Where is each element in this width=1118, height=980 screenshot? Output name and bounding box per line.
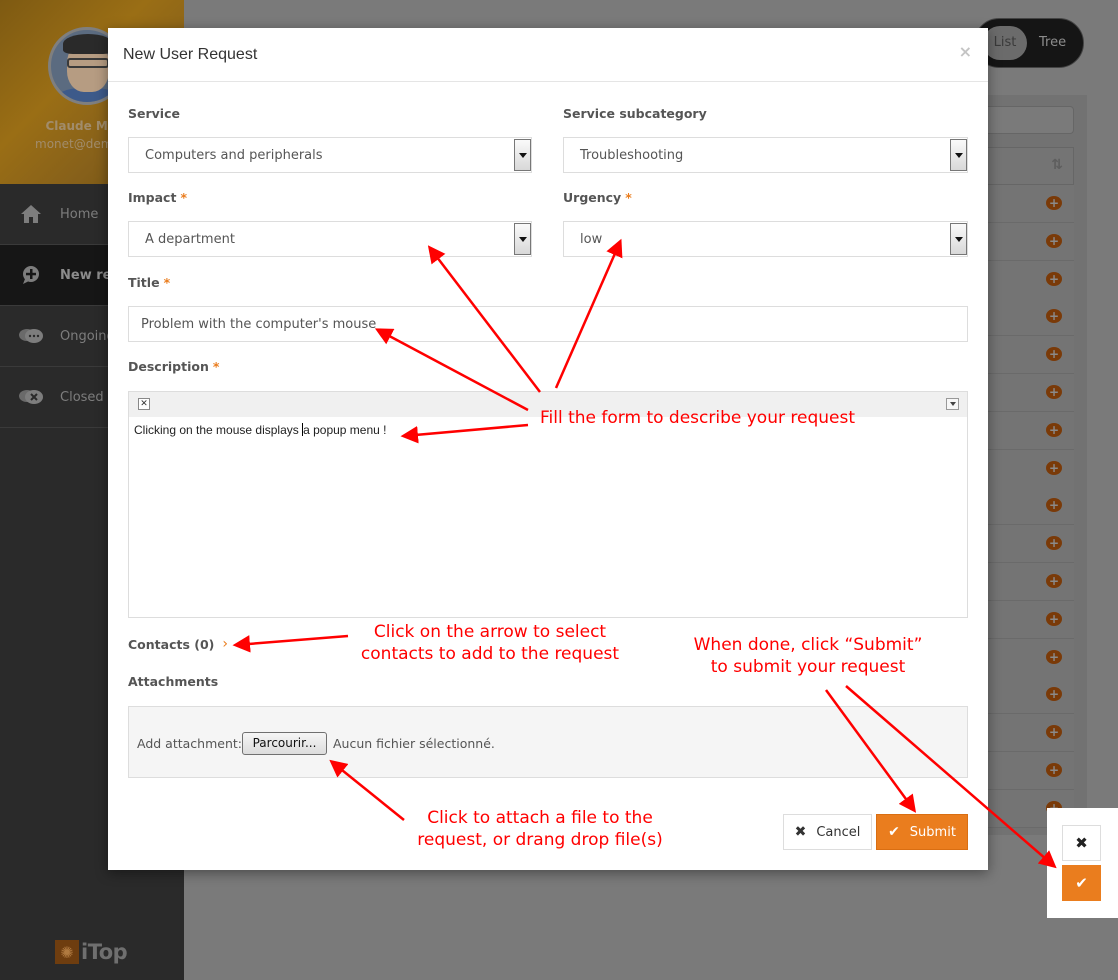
add-comment-icon[interactable]: + xyxy=(1046,536,1062,551)
editor-menu-toggle[interactable] xyxy=(946,398,959,410)
add-comment-icon[interactable]: + xyxy=(1046,611,1062,626)
modal-header: New User Request × xyxy=(108,28,988,82)
toggle-tree[interactable]: Tree xyxy=(1039,26,1066,60)
contacts-label: Contacts (0) xyxy=(128,636,215,652)
add-comment-icon[interactable]: + xyxy=(1046,763,1062,777)
add-comment-icon[interactable]: + xyxy=(1046,422,1062,437)
urgency-label: Urgency * xyxy=(563,190,632,205)
service-label: Service xyxy=(128,106,180,121)
description-text[interactable]: Clicking on the mouse displays a popup m… xyxy=(134,423,387,437)
sort-icon[interactable]: ⇅ xyxy=(1051,157,1063,173)
list-row[interactable]: + xyxy=(988,411,1074,450)
new-request-modal: New User Request × Service Computers and… xyxy=(108,28,988,870)
comments-icon xyxy=(18,325,44,347)
list-row[interactable]: + xyxy=(988,260,1074,299)
browse-button[interactable]: Parcourir... xyxy=(242,732,327,755)
chevron-down-icon[interactable] xyxy=(514,223,531,255)
chevron-down-icon[interactable] xyxy=(950,223,967,255)
title-label: Title * xyxy=(128,275,171,290)
close-icon: ✖ xyxy=(794,824,807,840)
check-icon: ✔ xyxy=(888,824,900,840)
close-icon: ✖ xyxy=(1075,834,1088,852)
itop-logo-icon: ✺ xyxy=(55,940,79,964)
impact-label: Impact * xyxy=(128,190,187,205)
list-row[interactable]: + xyxy=(988,676,1074,715)
no-file-selected: Aucun fichier sélectionné. xyxy=(333,736,495,751)
close-icon[interactable]: × xyxy=(959,42,972,61)
add-comment-icon[interactable]: + xyxy=(1046,649,1062,664)
view-toggle[interactable]: List Tree xyxy=(974,18,1084,68)
text-caret xyxy=(302,423,304,436)
floating-cancel-button[interactable]: ✖ xyxy=(1062,825,1101,861)
itop-logo: ✺ iTop xyxy=(55,940,128,964)
urgency-select[interactable]: low xyxy=(563,221,968,257)
list-row[interactable]: + xyxy=(988,600,1074,639)
required-marker: * xyxy=(212,359,220,374)
editor-toolbar: ✕ xyxy=(129,392,967,417)
add-comment-icon[interactable]: + xyxy=(1046,196,1062,210)
required-marker: * xyxy=(180,190,187,205)
list-row[interactable]: + xyxy=(988,298,1074,337)
add-comment-icon[interactable]: + xyxy=(1046,271,1062,286)
service-subcategory-label: Service subcategory xyxy=(563,106,707,121)
home-icon xyxy=(18,203,44,225)
list-row[interactable]: + xyxy=(988,449,1074,488)
service-select[interactable]: Computers and peripherals xyxy=(128,137,532,173)
add-comment-icon[interactable]: + xyxy=(1046,460,1062,475)
submit-button[interactable]: ✔ Submit xyxy=(876,814,968,850)
list-row[interactable]: + xyxy=(988,752,1074,790)
list-header: ⇅ xyxy=(988,147,1074,185)
maximize-icon[interactable]: ✕ xyxy=(138,398,150,410)
required-marker: * xyxy=(163,275,171,290)
add-attachment-label: Add attachment: xyxy=(137,736,242,751)
list-row[interactable]: + xyxy=(988,487,1074,526)
description-editor[interactable]: ✕ Clicking on the mouse displays a popup… xyxy=(128,391,968,618)
chevron-down-icon[interactable] xyxy=(514,139,531,171)
add-comment-icon[interactable]: + xyxy=(1046,347,1062,362)
add-comment-icon[interactable]: + xyxy=(1046,233,1062,248)
closed-comments-icon xyxy=(18,386,44,408)
list-row[interactable]: + xyxy=(988,638,1074,677)
list-row[interactable]: + xyxy=(988,563,1074,601)
add-comment-icon[interactable]: + xyxy=(1046,498,1062,513)
list-search-input[interactable] xyxy=(988,106,1074,134)
add-comment-icon[interactable]: + xyxy=(1046,385,1062,399)
sidebar-item-label: Home xyxy=(60,206,99,222)
floating-submit-button[interactable]: ✔ xyxy=(1062,865,1101,901)
add-comment-icon[interactable]: + xyxy=(1046,574,1062,588)
description-label: Description * xyxy=(128,359,220,374)
chevron-down-icon[interactable] xyxy=(950,139,967,171)
list-row[interactable]: + xyxy=(988,185,1074,223)
add-comment-icon[interactable]: + xyxy=(1046,309,1062,324)
attachment-dropzone[interactable]: Add attachment: Parcourir... Aucun fichi… xyxy=(128,706,968,778)
contacts-section: Contacts (0) › xyxy=(128,636,228,652)
impact-select[interactable]: A department xyxy=(128,221,532,257)
chevron-right-icon[interactable]: › xyxy=(222,636,228,652)
toggle-list[interactable]: List xyxy=(983,26,1027,60)
floating-actions: ✖ ✔ xyxy=(1047,808,1118,918)
list-row[interactable]: + xyxy=(988,222,1074,261)
attachments-label: Attachments xyxy=(128,674,219,689)
service-subcategory-select[interactable]: Troubleshooting xyxy=(563,137,968,173)
add-comment-icon[interactable]: + xyxy=(1046,687,1062,702)
add-comment-icon xyxy=(18,264,44,286)
cancel-button[interactable]: ✖ Cancel xyxy=(783,814,872,850)
modal-title: New User Request xyxy=(123,46,258,63)
required-marker: * xyxy=(625,190,632,205)
list-row[interactable]: + xyxy=(988,374,1074,412)
list-row[interactable]: + xyxy=(988,336,1074,375)
list-row[interactable]: + xyxy=(988,525,1074,564)
add-comment-icon[interactable]: + xyxy=(1046,725,1062,740)
list-row[interactable]: + xyxy=(988,714,1074,753)
check-icon: ✔ xyxy=(1075,874,1088,892)
title-input[interactable]: Problem with the computer's mouse xyxy=(128,306,968,342)
